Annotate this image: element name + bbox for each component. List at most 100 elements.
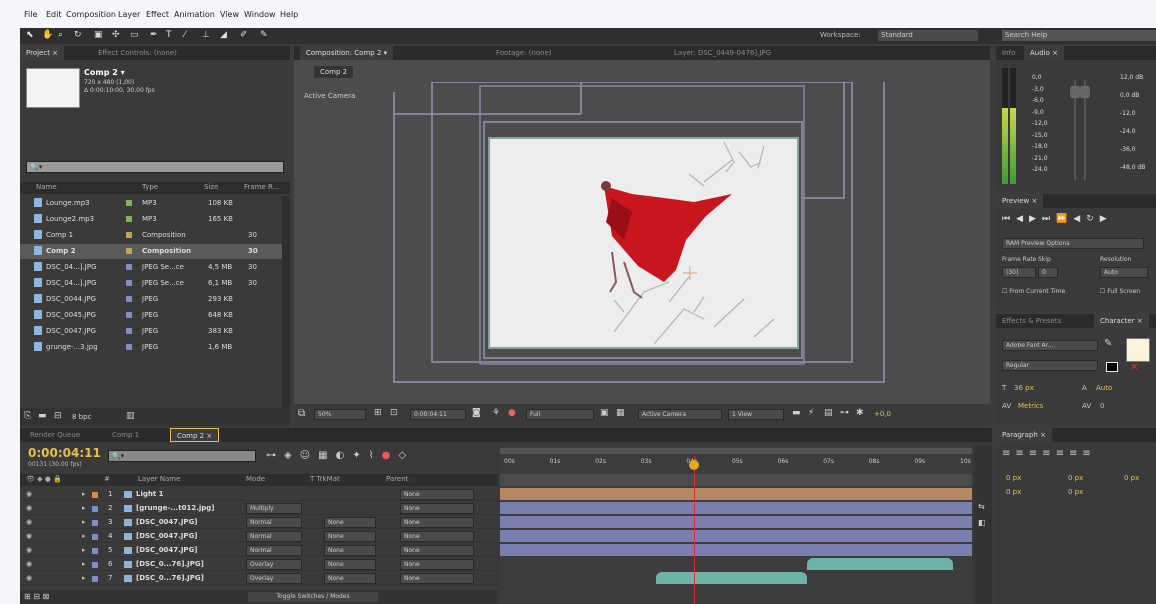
timeline-search-input[interactable]: 🔍▾ xyxy=(108,450,256,462)
parent-dropdown[interactable]: None xyxy=(400,545,474,556)
new-folder-icon[interactable]: ▬ xyxy=(38,411,47,421)
kerning-value[interactable]: Metrics xyxy=(1018,402,1043,410)
project-search-input[interactable]: 🔍▾ xyxy=(26,161,284,173)
search-help-input[interactable]: Search Help xyxy=(1002,30,1156,41)
project-item[interactable]: Comp 1 Composition 30 xyxy=(20,228,282,243)
label-color-swatch[interactable] xyxy=(126,328,132,334)
audio-slider-right[interactable] xyxy=(1080,86,1090,98)
tab-effects-presets[interactable]: Effects & Presets xyxy=(996,314,1067,328)
layer-row[interactable]: ◉ ▸ 5 [DSC_0047.JPG] Normal None None xyxy=(20,544,498,557)
stroke-color-swatch[interactable] xyxy=(1106,362,1118,372)
layer-row[interactable]: ◉ ▸ 6 [DSC_0...76].JPG] Overlay None None xyxy=(20,558,498,571)
safe-zones-icon[interactable]: ⊡ xyxy=(390,408,398,418)
label-color-swatch[interactable] xyxy=(126,200,132,206)
twirl-down-icon[interactable]: ▸ xyxy=(82,572,86,585)
layer-duration-bar[interactable] xyxy=(500,502,972,514)
tab-paragraph[interactable]: Paragraph × xyxy=(996,428,1052,442)
blend-mode-dropdown[interactable]: Multiply xyxy=(246,503,302,514)
visibility-eye-icon[interactable]: ◉ xyxy=(26,558,32,571)
layer-label-swatch[interactable] xyxy=(92,576,98,582)
pan-behind-tool-icon[interactable]: ✣ xyxy=(112,30,120,40)
last-frame-icon[interactable]: ⏩ xyxy=(1056,214,1073,224)
layer-name[interactable]: [grunge-...t012.jpg] xyxy=(136,502,215,515)
delete-icon[interactable]: ▥ xyxy=(126,411,135,421)
ram-preview-options-dropdown[interactable]: RAM Preview Options xyxy=(1002,238,1144,249)
track-matte-dropdown[interactable]: None xyxy=(324,531,376,542)
rotate-tool-icon[interactable]: ↻ xyxy=(74,30,82,40)
layer-name[interactable]: [DSC_0047.JPG] xyxy=(136,516,198,529)
layer-duration-bar[interactable] xyxy=(655,572,807,584)
graph-editor-icon[interactable]: ⌇ xyxy=(369,450,382,461)
frame-blending-icon[interactable]: ▦ xyxy=(318,450,335,461)
layer-row[interactable]: ◉ ▸ 3 [DSC_0047.JPG] Normal None None xyxy=(20,516,498,529)
font-size-value[interactable]: 36 px xyxy=(1014,384,1034,392)
new-comp-icon[interactable]: ⊟ xyxy=(54,411,62,421)
column-number[interactable]: # xyxy=(104,475,110,483)
menu-window[interactable]: Window xyxy=(244,10,276,19)
project-item[interactable]: Lounge.mp3 MP3 108 KB xyxy=(20,196,282,211)
draft-3d-icon[interactable]: ◈ xyxy=(284,450,300,461)
layer-label-swatch[interactable] xyxy=(92,506,98,512)
blend-mode-dropdown[interactable]: Normal xyxy=(246,531,302,542)
project-item[interactable]: Comp 2 Composition 30 xyxy=(20,244,282,259)
skip-field[interactable]: 0 xyxy=(1038,267,1058,278)
label-color-swatch[interactable] xyxy=(126,280,132,286)
ram-preview-icon[interactable]: ▶ xyxy=(1100,214,1113,224)
tab-layer[interactable]: Layer: DSC_0449-0476].JPG xyxy=(668,46,777,60)
leading-value[interactable]: Auto xyxy=(1096,384,1112,392)
label-color-swatch[interactable] xyxy=(126,296,132,302)
layer-label-swatch[interactable] xyxy=(92,534,98,540)
bit-depth-label[interactable]: 8 bpc xyxy=(72,413,91,421)
column-mode[interactable]: Mode xyxy=(246,475,265,483)
full-screen-checkbox[interactable]: ☐ Full Screen xyxy=(1100,288,1140,295)
always-preview-icon[interactable]: ⧉ xyxy=(298,408,305,419)
layer-label-swatch[interactable] xyxy=(92,548,98,554)
parent-dropdown[interactable]: None xyxy=(400,531,474,542)
previous-frame-icon[interactable]: ◀ xyxy=(1016,214,1029,224)
comp-viewer[interactable] xyxy=(294,82,990,402)
shy-icon[interactable]: ☺ xyxy=(300,450,318,461)
comment-icon[interactable]: ⇆ xyxy=(978,502,985,511)
layer-label-swatch[interactable] xyxy=(92,492,98,498)
project-item[interactable]: DSC_04...].JPG JPEG Se...ce 4,5 MB 30 xyxy=(20,260,282,275)
visibility-eye-icon[interactable]: ◉ xyxy=(26,530,32,543)
auto-keyframe-icon[interactable]: ◇ xyxy=(398,450,414,461)
next-frame-icon[interactable]: ⏭ xyxy=(1042,214,1056,224)
zoom-tool-icon[interactable]: ⌕ xyxy=(58,30,63,40)
no-stroke-icon[interactable]: ✕ xyxy=(1130,362,1138,373)
parent-dropdown[interactable]: None xyxy=(400,517,474,528)
layer-duration-bar[interactable] xyxy=(500,516,972,528)
twirl-down-icon[interactable]: ▸ xyxy=(82,530,86,543)
project-item[interactable]: DSC_04...].JPG JPEG Se...ce 6,1 MB 30 xyxy=(20,276,282,291)
tab-preview[interactable]: Preview × xyxy=(996,194,1044,208)
reset-exposure-icon[interactable]: ✱ xyxy=(856,408,864,418)
exposure-value[interactable]: +0,0 xyxy=(874,410,891,418)
visibility-eye-icon[interactable]: ◉ xyxy=(26,544,32,557)
type-tool-icon[interactable]: T xyxy=(166,30,172,40)
timeline-icon[interactable]: ▤ xyxy=(824,408,833,418)
project-item[interactable]: DSC_0047.JPG JPEG 383 KB xyxy=(20,324,282,339)
label-color-swatch[interactable] xyxy=(126,344,132,350)
column-size[interactable]: Size xyxy=(204,183,218,191)
time-ruler[interactable]: 00s01s02s03s04s05s06s07s08s09s10s xyxy=(500,456,972,472)
av-switches-icon[interactable]: 👁 ◆ ● 🔒 xyxy=(26,475,62,483)
roto-brush-icon[interactable]: ✐ xyxy=(240,30,248,40)
layer-row[interactable]: ◉ ▸ 1 Light 1 None xyxy=(20,488,498,501)
show-snapshot-icon[interactable]: ⚘ xyxy=(492,408,500,418)
blend-mode-dropdown[interactable]: Overlay xyxy=(246,559,302,570)
tab-comp-2[interactable]: Comp 2 × xyxy=(170,428,220,442)
twirl-down-icon[interactable]: ▸ xyxy=(82,488,86,501)
twirl-down-icon[interactable]: ▸ xyxy=(82,558,86,571)
fast-previews-icon[interactable]: ⚡ xyxy=(808,408,814,418)
play-icon[interactable]: ▶ xyxy=(1029,214,1042,224)
pen-tool-icon[interactable]: ✒ xyxy=(150,30,158,40)
justify-all-icon[interactable]: ≡ xyxy=(1082,448,1095,459)
track-matte-dropdown[interactable]: None xyxy=(324,517,376,528)
column-name[interactable]: Name xyxy=(36,183,57,191)
layer-name[interactable]: Light 1 xyxy=(136,488,164,501)
region-of-interest-icon[interactable]: ▣ xyxy=(600,408,609,418)
from-current-time-checkbox[interactable]: ☐ From Current Time xyxy=(1002,288,1065,295)
clone-tool-icon[interactable]: ⊥ xyxy=(202,30,210,40)
tab-audio[interactable]: Audio × xyxy=(1024,46,1064,60)
eyedropper-icon[interactable]: ✎ xyxy=(1104,338,1112,349)
